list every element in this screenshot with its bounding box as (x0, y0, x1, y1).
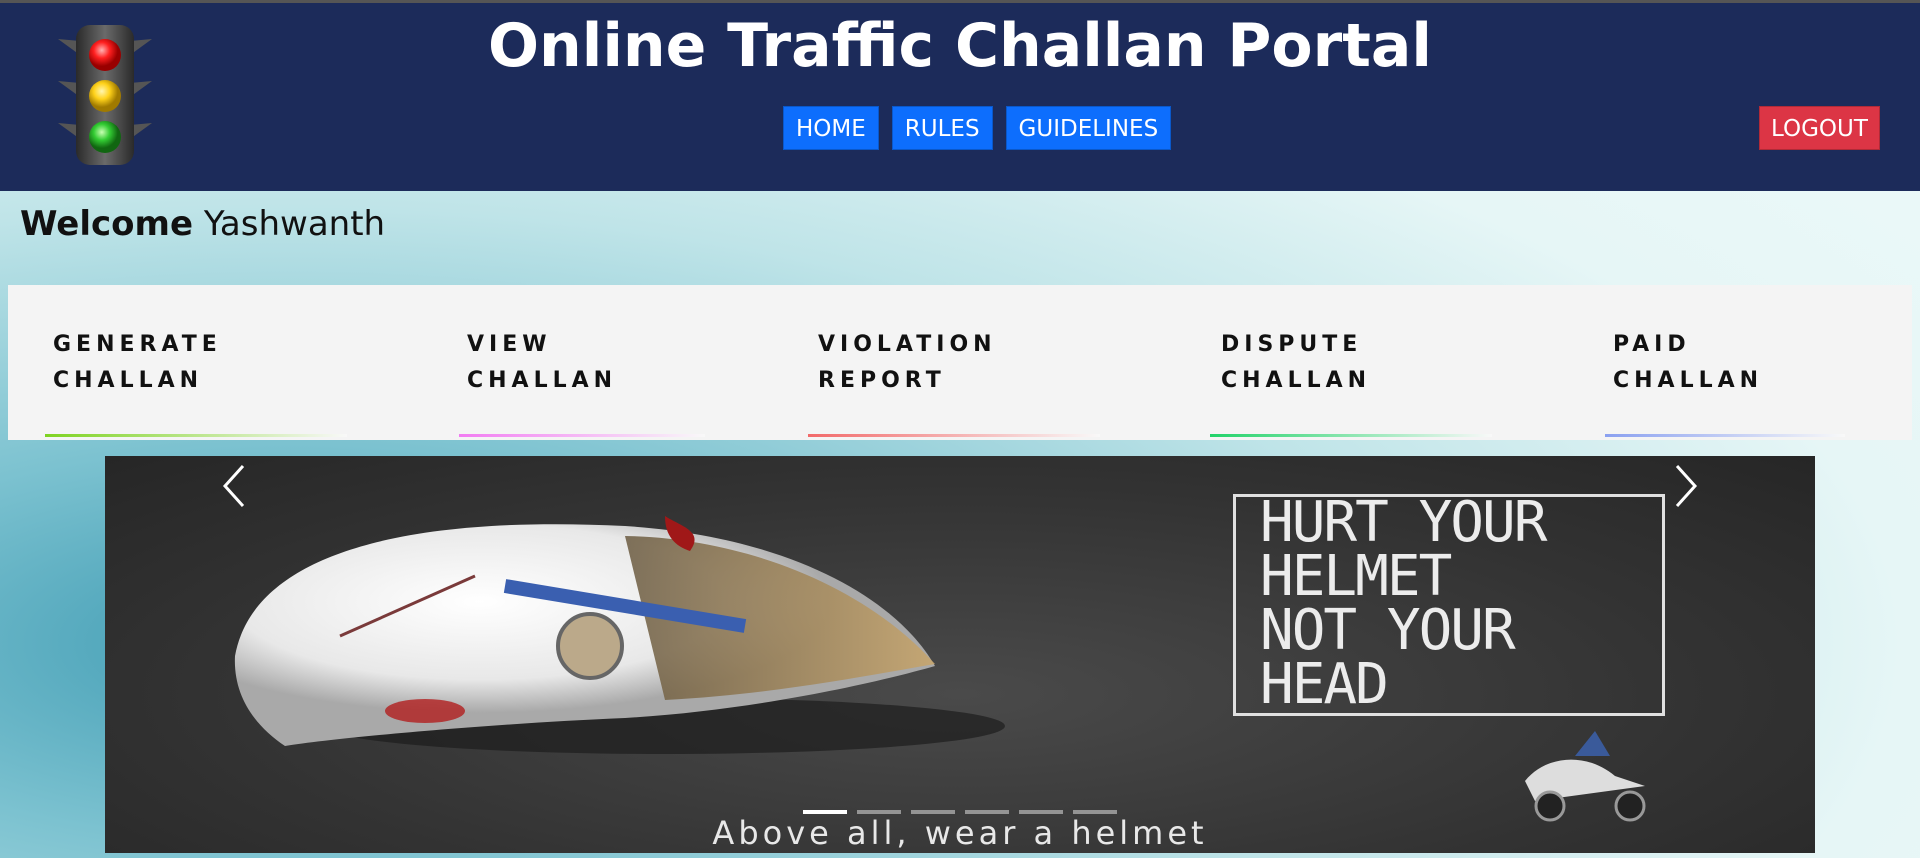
main-nav: HOME RULES GUIDELINES (783, 106, 1172, 150)
menu-view-challan[interactable]: VIEW CHALLAN (459, 327, 705, 437)
chevron-right-icon[interactable] (1665, 456, 1705, 516)
menu-generate-challan[interactable]: GENERATE CHALLAN (45, 327, 347, 437)
helmet-sign-text: HURT YOUR HELMET NOT YOUR HEAD (1260, 490, 1547, 717)
carousel-caption: Above all, wear a helmet (712, 814, 1208, 852)
menu-violation-report[interactable]: VIOLATION REPORT (808, 327, 1100, 437)
menu-underline (808, 434, 1100, 437)
nav-home-button[interactable]: HOME (783, 106, 879, 150)
menu-item-label: VIEW CHALLAN (467, 332, 618, 393)
menu-item-label: VIOLATION REPORT (818, 332, 997, 393)
welcome-message: Welcome Yashwanth (20, 204, 385, 244)
page-title: Online Traffic Challan Portal (488, 11, 1432, 81)
menu-dispute-challan[interactable]: DISPUTE CHALLAN (1210, 327, 1492, 437)
menu-item-label: GENERATE CHALLAN (53, 332, 222, 393)
site-header: Online Traffic Challan Portal HOME RULES… (0, 3, 1920, 191)
menu-underline (459, 434, 705, 437)
nav-guidelines-button[interactable]: GUIDELINES (1005, 106, 1172, 150)
welcome-username: Yashwanth (203, 204, 386, 244)
helmet-carousel: HURT YOUR HELMET NOT YOUR HEAD Above all… (105, 456, 1815, 853)
logout-button[interactable]: LOGOUT (1759, 106, 1880, 150)
menu-underline (1210, 434, 1492, 437)
menu-paid-challan[interactable]: PAID CHALLAN (1605, 327, 1845, 437)
welcome-label: Welcome (20, 204, 194, 244)
menu-item-label: PAID CHALLAN (1613, 332, 1764, 393)
nav-rules-button[interactable]: RULES (891, 106, 993, 150)
menu-underline (1605, 434, 1845, 437)
menu-underline (45, 434, 347, 437)
chevron-left-icon[interactable] (215, 456, 255, 516)
menu-item-label: DISPUTE CHALLAN (1221, 332, 1372, 393)
challan-menu: GENERATE CHALLAN VIEW CHALLAN VIOLATION … (8, 285, 1912, 440)
